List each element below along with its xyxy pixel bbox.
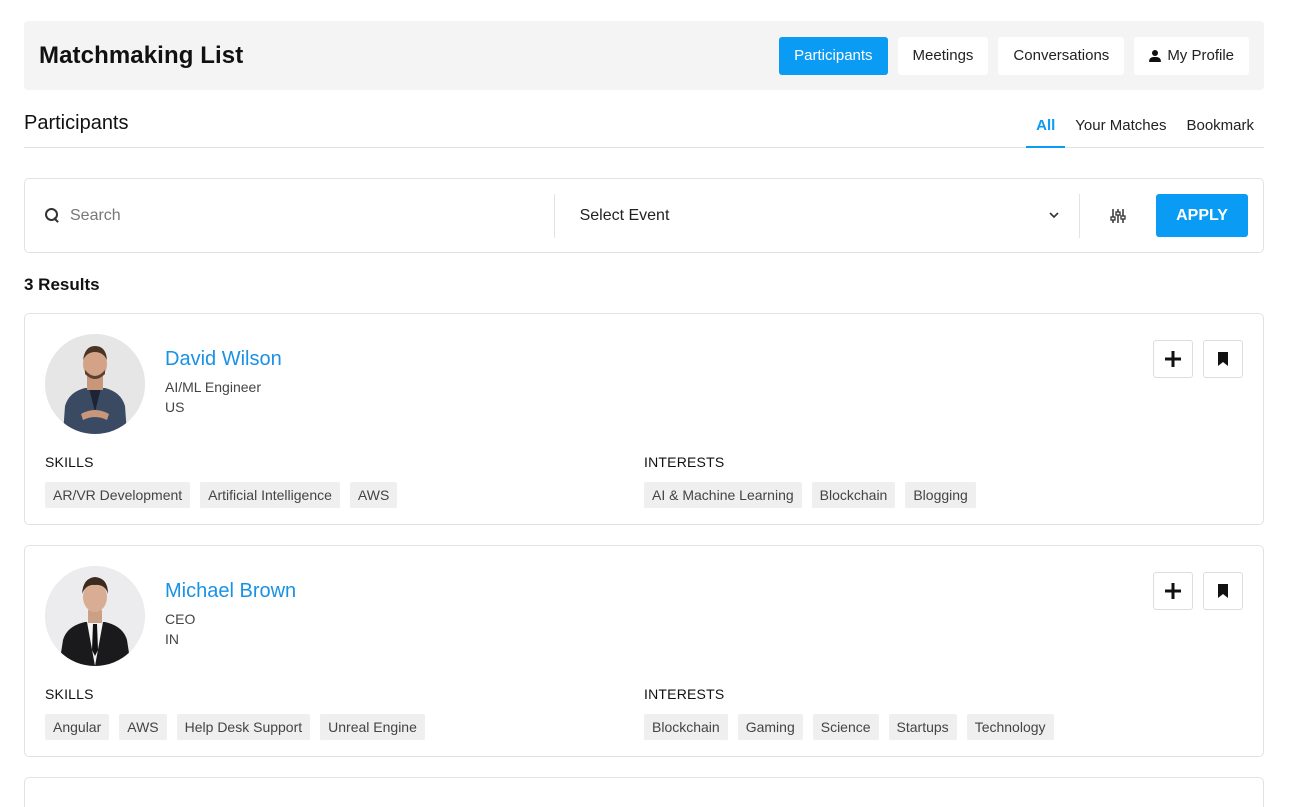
skill-tag: AR/VR Development [45, 482, 191, 508]
skill-tag: Angular [45, 714, 110, 740]
skill-tag: AWS [349, 482, 398, 508]
chevron-down-icon [1049, 212, 1059, 219]
participant-country: IN [165, 631, 179, 647]
interests-label: INTERESTS [644, 686, 725, 702]
top-bar: Matchmaking List Participants Meetings C… [24, 21, 1264, 90]
participant-name[interactable]: David Wilson [165, 348, 282, 371]
skills-list: Angular AWS Help Desk Support Unreal Eng… [45, 714, 644, 740]
interests-section: INTERESTS Blockchain Gaming Science Star… [644, 686, 1243, 740]
page: Matchmaking List Participants Meetings C… [24, 21, 1264, 807]
interest-tag: Blockchain [811, 482, 896, 508]
sliders-icon [1110, 208, 1126, 223]
participant-card [24, 777, 1264, 807]
participant-role: AI/ML Engineer [165, 379, 261, 395]
nav-meetings-button[interactable]: Meetings [897, 36, 989, 75]
filter-bar: Select Event APPLY [24, 178, 1264, 253]
plus-icon [1165, 583, 1181, 599]
skill-tag: Unreal Engine [320, 714, 425, 740]
participant-name[interactable]: Michael Brown [165, 580, 296, 603]
interest-tag: Technology [966, 714, 1054, 740]
skills-section: SKILLS AR/VR Development Artificial Inte… [45, 454, 644, 508]
section-header: Participants All Your Matches Bookmark [24, 111, 1264, 148]
search-input[interactable] [70, 206, 490, 225]
apply-button[interactable]: APPLY [1156, 194, 1248, 237]
bookmark-icon [1218, 352, 1228, 366]
participant-header: David Wilson AI/ML Engineer US [45, 334, 1243, 434]
participant-card: Michael Brown CEO IN SKILLS Angular AWS … [24, 545, 1264, 757]
participant-info: David Wilson AI/ML Engineer US [165, 334, 282, 415]
bookmark-button[interactable] [1203, 572, 1243, 610]
skills-list: AR/VR Development Artificial Intelligenc… [45, 482, 644, 508]
nav-participants-label: Participants [794, 47, 873, 64]
avatar-image [45, 334, 145, 434]
interests-list: Blockchain Gaming Science Startups Techn… [644, 714, 1243, 740]
participant-country: US [165, 399, 185, 415]
nav-conversations-button[interactable]: Conversations [998, 36, 1125, 75]
user-icon [1149, 49, 1162, 62]
skills-label: SKILLS [45, 686, 94, 702]
tab-bookmark[interactable]: Bookmark [1176, 111, 1264, 148]
event-select[interactable]: Select Event [555, 193, 1081, 238]
avatar[interactable] [45, 334, 145, 434]
interests-label: INTERESTS [644, 454, 725, 470]
nav-my-profile-label: My Profile [1167, 47, 1234, 64]
bookmark-icon [1218, 584, 1228, 598]
tab-your-matches[interactable]: Your Matches [1065, 111, 1176, 148]
interest-tag: Science [812, 714, 879, 740]
tab-all[interactable]: All [1026, 111, 1066, 148]
plus-icon [1165, 351, 1181, 367]
add-connection-button[interactable] [1153, 572, 1193, 610]
main-nav: Participants Meetings Conversations My P… [779, 36, 1249, 75]
interest-tag: Blockchain [644, 714, 728, 740]
tag-columns: SKILLS Angular AWS Help Desk Support Unr… [45, 686, 1243, 740]
interest-tag: AI & Machine Learning [644, 482, 802, 508]
participant-card: David Wilson AI/ML Engineer US SKILLS AR… [24, 313, 1264, 525]
results-count: 3 Results [24, 275, 100, 294]
avatar[interactable] [45, 566, 145, 666]
card-actions [1153, 340, 1243, 378]
add-connection-button[interactable] [1153, 340, 1193, 378]
filter-toggle[interactable] [1080, 208, 1156, 224]
search-box [45, 193, 555, 238]
interests-list: AI & Machine Learning Blockchain Bloggin… [644, 482, 1243, 508]
participant-header: Michael Brown CEO IN [45, 566, 1243, 666]
page-title: Matchmaking List [39, 41, 244, 69]
section-title: Participants [24, 112, 129, 134]
skills-section: SKILLS Angular AWS Help Desk Support Unr… [45, 686, 644, 740]
nav-my-profile-button[interactable]: My Profile [1134, 36, 1249, 75]
interests-section: INTERESTS AI & Machine Learning Blockcha… [644, 454, 1243, 508]
interest-tag: Blogging [905, 482, 976, 508]
card-actions [1153, 572, 1243, 610]
skill-tag: Help Desk Support [176, 714, 311, 740]
interest-tag: Startups [888, 714, 957, 740]
nav-conversations-label: Conversations [1013, 47, 1110, 64]
bookmark-button[interactable] [1203, 340, 1243, 378]
participant-info: Michael Brown CEO IN [165, 566, 296, 647]
participant-tabs: All Your Matches Bookmark [1026, 111, 1264, 148]
nav-participants-button[interactable]: Participants [779, 36, 888, 75]
interest-tag: Gaming [737, 714, 803, 740]
tag-columns: SKILLS AR/VR Development Artificial Inte… [45, 454, 1243, 508]
event-select-value: Select Event [579, 206, 670, 224]
participant-role: CEO [165, 611, 196, 627]
skill-tag: AWS [119, 714, 167, 740]
skills-label: SKILLS [45, 454, 94, 470]
avatar-image [45, 566, 145, 666]
search-icon [45, 208, 60, 223]
skill-tag: Artificial Intelligence [200, 482, 340, 508]
nav-meetings-label: Meetings [912, 47, 974, 64]
